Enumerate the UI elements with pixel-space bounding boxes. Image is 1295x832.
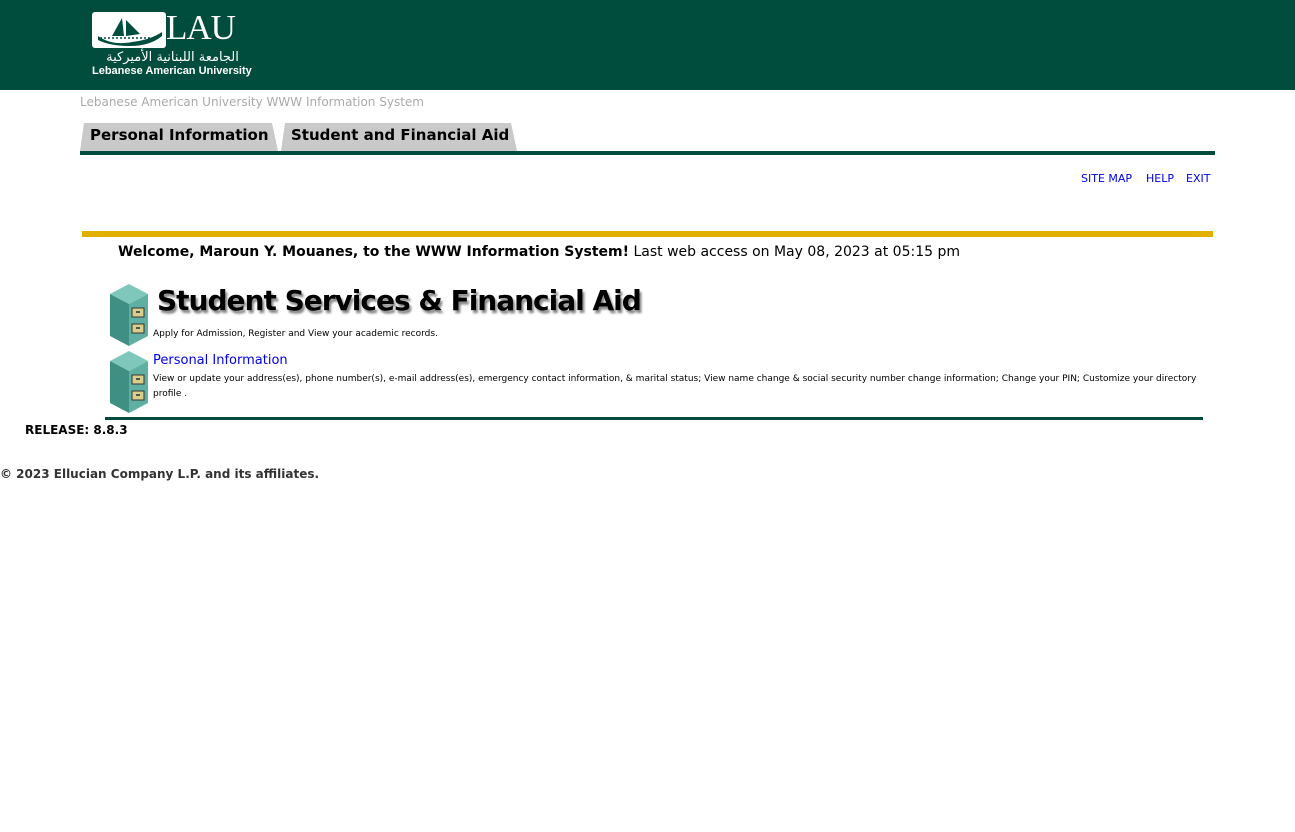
logo-university-name: Lebanese American University [92,65,252,77]
file-cabinet-icon [110,351,148,413]
tab-personal-information[interactable]: Personal Information [80,123,278,151]
welcome-message: Welcome, Maroun Y. Mouanes, to the WWW I… [118,243,960,261]
exit-link[interactable]: EXIT [1186,172,1210,186]
logo-wordmark: LAU [166,8,236,47]
system-title: Lebanese American University WWW Informa… [80,95,424,109]
tab-student-financial-aid[interactable]: Student and Financial Aid [281,123,517,151]
release-version: RELEASE: 8.8.3 [25,423,128,437]
file-cabinet-icon [110,284,148,346]
personal-information-link[interactable]: Personal Information [153,352,288,369]
lau-logo: LAU الجامعة اللبنانية الأميركية Lebanese… [92,8,257,80]
personal-information-description: View or update your address(es), phone n… [153,374,1197,399]
copyright-notice: © 2023 Ellucian Company L.P. and its aff… [0,467,320,481]
header-banner: LAU الجامعة اللبنانية الأميركية Lebanese… [0,0,1295,90]
gold-divider [82,231,1213,237]
help-link[interactable]: HELP [1146,172,1174,186]
student-services-heading[interactable]: Student Services & Financial Aid [157,281,642,321]
logo-arabic-text: الجامعة اللبنانية الأميركية [106,50,239,65]
top-links: SITE MAP HELP EXIT [1070,172,1212,186]
welcome-greeting: Welcome, Maroun Y. Mouanes, to the WWW I… [118,244,629,260]
ship-logo-icon [92,12,166,48]
tab-divider [80,151,1215,155]
bottom-divider [105,417,1203,420]
site-map-link[interactable]: SITE MAP [1081,172,1132,186]
student-services-description: Apply for Admission, Register and View y… [153,329,438,339]
last-access-text: Last web access on May 08, 2023 at 05:15… [633,244,961,260]
